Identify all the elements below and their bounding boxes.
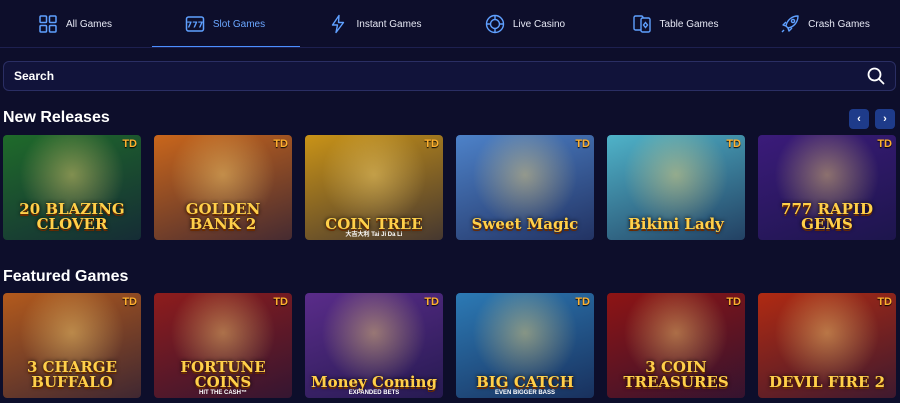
- provider-badge: TD: [424, 138, 439, 150]
- tab-crash-games[interactable]: Crash Games: [750, 0, 900, 48]
- game-card[interactable]: TD COIN TREE 大吉大利 Tai Ji Da Li: [305, 135, 443, 240]
- tab-label: Live Casino: [512, 18, 566, 30]
- provider-badge: TD: [877, 138, 892, 150]
- game-card[interactable]: TD Sweet Magic: [456, 135, 594, 240]
- game-card[interactable]: TD 3 COIN TREASURES: [607, 293, 745, 398]
- game-card[interactable]: TD BIG CATCH EVEN BIGGER BASS: [456, 293, 594, 398]
- tab-label: Instant Games: [356, 18, 422, 30]
- game-title: FORTUNE COINS: [180, 358, 266, 391]
- game-title: 777 RAPID GEMS: [781, 200, 873, 233]
- provider-badge: TD: [575, 138, 590, 150]
- provider-badge: TD: [726, 296, 741, 308]
- section-title-featured-games: Featured Games: [3, 268, 129, 285]
- game-card[interactable]: TD Bikini Lady: [607, 135, 745, 240]
- tab-live-casino[interactable]: Live Casino: [450, 0, 600, 48]
- tab-label: All Games: [65, 18, 113, 30]
- provider-badge: TD: [726, 138, 741, 150]
- svg-text:777: 777: [187, 21, 204, 30]
- game-title: DEVIL FIRE 2: [768, 373, 886, 391]
- provider-badge: TD: [273, 138, 288, 150]
- rocket-icon: [780, 14, 800, 34]
- provider-badge: TD: [273, 296, 288, 308]
- grid-icon: [38, 14, 58, 34]
- carousel-next-button[interactable]: ›: [875, 109, 895, 129]
- game-title: Money Coming: [311, 373, 437, 391]
- game-title: BIG CATCH: [476, 373, 574, 391]
- new-releases-row: TD 20 BLAZING CLOVER TD GOLDEN BANK 2 TD…: [3, 135, 896, 240]
- game-card[interactable]: TD GOLDEN BANK 2: [154, 135, 292, 240]
- category-tabs: All Games 777 Slot Games Instant Games L…: [0, 0, 900, 48]
- tab-label: Table Games: [659, 18, 719, 30]
- game-title: Sweet Magic: [471, 215, 579, 233]
- section-title-new-releases: New Releases: [3, 109, 110, 126]
- carousel-prev-button[interactable]: ‹: [849, 109, 869, 129]
- tab-label: Slot Games: [212, 18, 266, 30]
- tab-slot-games[interactable]: 777 Slot Games: [150, 0, 300, 48]
- game-card[interactable]: TD 777 RAPID GEMS: [758, 135, 896, 240]
- provider-badge: TD: [877, 296, 892, 308]
- game-title: 3 COIN TREASURES: [623, 358, 729, 391]
- tab-table-games[interactable]: Table Games: [600, 0, 750, 48]
- tab-instant-games[interactable]: Instant Games: [300, 0, 450, 48]
- game-title: 3 CHARGE BUFFALO: [26, 358, 118, 391]
- game-card[interactable]: TD DEVIL FIRE 2: [758, 293, 896, 398]
- search-icon[interactable]: [867, 67, 885, 85]
- provider-badge: TD: [122, 296, 137, 308]
- tab-all-games[interactable]: All Games: [0, 0, 150, 48]
- provider-badge: TD: [424, 296, 439, 308]
- lightning-icon: [328, 14, 348, 34]
- tabs-divider: [0, 47, 900, 48]
- search-bar[interactable]: Search: [3, 61, 896, 91]
- game-title: GOLDEN BANK 2: [185, 200, 261, 233]
- game-subtitle: EXPANDED BETS: [348, 390, 400, 396]
- slot-777-icon: 777: [185, 14, 205, 34]
- search-input[interactable]: Search: [14, 69, 867, 83]
- game-subtitle: EVEN BIGGER BASS: [494, 390, 555, 396]
- provider-badge: TD: [122, 138, 137, 150]
- game-card[interactable]: TD 20 BLAZING CLOVER: [3, 135, 141, 240]
- game-subtitle: HIT THE CASH™: [199, 390, 247, 396]
- game-title: Bikini Lady: [628, 215, 724, 233]
- game-title: 20 BLAZING CLOVER: [19, 200, 125, 233]
- chip-icon: [485, 14, 505, 34]
- game-card[interactable]: TD 3 CHARGE BUFFALO: [3, 293, 141, 398]
- game-subtitle: 大吉大利 Tai Ji Da Li: [345, 232, 403, 238]
- cards-icon: [632, 14, 652, 34]
- tab-label: Crash Games: [808, 18, 870, 30]
- provider-badge: TD: [575, 296, 590, 308]
- featured-games-row: TD 3 CHARGE BUFFALO TD FORTUNE COINS HIT…: [3, 293, 896, 398]
- game-card[interactable]: TD FORTUNE COINS HIT THE CASH™: [154, 293, 292, 398]
- game-card[interactable]: TD Money Coming EXPANDED BETS: [305, 293, 443, 398]
